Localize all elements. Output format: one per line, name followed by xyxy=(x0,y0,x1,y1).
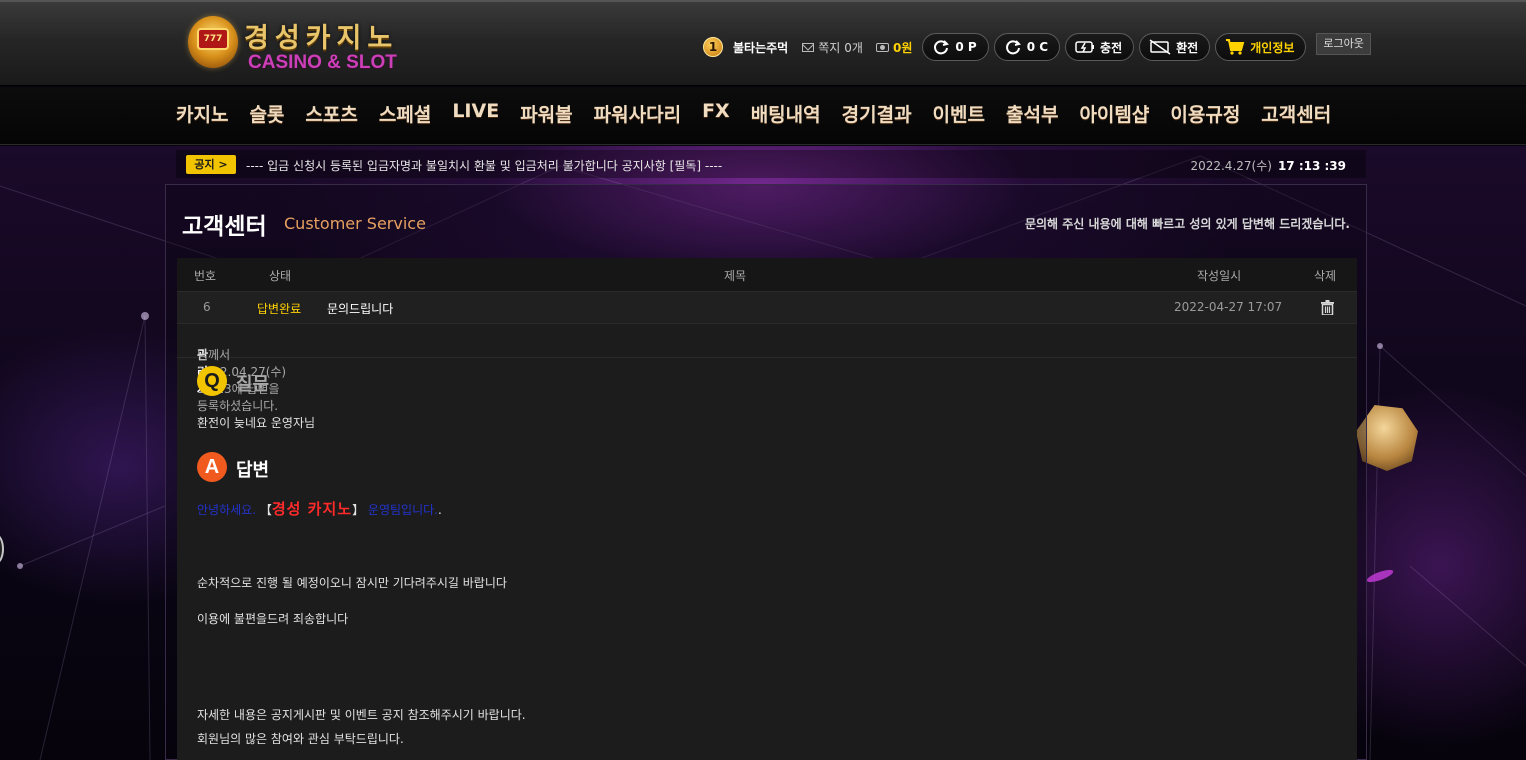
greeting-end: . xyxy=(437,503,442,517)
comp-button[interactable]: 0 C xyxy=(993,33,1061,61)
greeting-pre: 안녕하세요. xyxy=(197,503,257,517)
logo-subtitle: CASINO & SLOT xyxy=(248,52,397,73)
header-no: 번호 xyxy=(194,269,217,283)
question-text: 환전이 늦네요 운영자님 xyxy=(197,416,316,430)
status-badge: 답변완료 xyxy=(257,302,302,316)
logo-title: 경성카지노 xyxy=(244,23,399,54)
site-logo[interactable]: 777 경성카지노 CASINO & SLOT xyxy=(188,14,428,76)
exchange-icon xyxy=(1149,39,1171,55)
header-delete: 삭제 xyxy=(1314,269,1337,283)
notice-ticker-text[interactable]: ---- 입금 신청시 등록된 입금자명과 불일치시 환불 및 입금처리 불가합… xyxy=(246,157,722,174)
point-label: 0 P xyxy=(955,40,977,54)
nav-item[interactable]: FX xyxy=(702,100,730,127)
nav-item[interactable]: 파워볼 xyxy=(520,100,572,127)
row-subject[interactable]: 문의드립니다 xyxy=(327,300,393,317)
row-date: 2022-04-27 17:07 xyxy=(1174,300,1283,314)
answer-icon: A xyxy=(197,452,227,482)
greeting-name: 경성 카지노 xyxy=(271,500,353,518)
page-title: 고객센터 xyxy=(182,214,267,240)
username: 불타는주먹 xyxy=(733,40,789,55)
messages-label[interactable]: 쪽지 xyxy=(818,39,840,56)
comp-label: 0 C xyxy=(1026,40,1049,54)
main-nav: 카지노 슬롯 스포츠 스페셜 LIVE 파워볼 파워사다리 FX 배팅내역 경기결과 이벤트 출석부 아… xyxy=(0,87,1526,145)
table-row[interactable]: 6 답변완료 문의드립니다 2022-04-27 17:07 xyxy=(177,291,1357,324)
logout-button[interactable]: 로그아웃 xyxy=(1316,33,1371,55)
nav-item[interactable]: 출석부 xyxy=(1006,100,1058,127)
question-icon: Q xyxy=(197,366,227,396)
greeting-post: 운영팀입니다. xyxy=(364,503,438,517)
answer-line-4: 회원님의 많은 참여와 관심 부탁드립니다. xyxy=(197,732,404,746)
question-label: 질문 xyxy=(236,374,270,395)
nav-item[interactable]: 스페셜 xyxy=(379,100,431,127)
nav-item[interactable]: 스포츠 xyxy=(305,100,357,127)
answer-greeting: 안녕하세요. 【경성 카지노】 운영팀입니다.. xyxy=(197,498,442,519)
inquiry-table: 번호 상태 제목 작성일시 삭제 6 답변완료 문의드립니다 2022-04-2… xyxy=(177,258,1357,760)
nav-item[interactable]: LIVE xyxy=(452,100,499,127)
nav-item[interactable]: 경기결과 xyxy=(842,100,912,127)
answer-meta: 관리자님께서 2022.04.27(수) 17:13에 답변을 등록하셨습니다. xyxy=(177,324,1357,413)
logo-emblem: 777 xyxy=(188,16,238,68)
charge-label: 충전 xyxy=(1100,40,1123,55)
header-date: 작성일시 xyxy=(1197,269,1242,283)
level-badge: 1 xyxy=(703,37,723,57)
nav-item[interactable]: 이벤트 xyxy=(933,100,985,127)
envelope-icon xyxy=(802,42,815,52)
row-no: 6 xyxy=(203,300,211,314)
header-status: 상태 xyxy=(269,269,292,283)
server-time: 17 :13 :39 xyxy=(1277,159,1346,173)
answer-label: 답변 xyxy=(236,460,270,481)
answer-line-1: 순차적으로 진행 될 예정이오니 잠시만 기다려주시길 바랍니다 xyxy=(197,576,507,590)
page-description: 문의해 주신 내용에 대해 빠르고 성의 있게 답변해 드리겠습니다. xyxy=(1024,217,1350,231)
nav-item[interactable]: 고객센터 xyxy=(1261,100,1331,127)
table-header: 번호 상태 제목 작성일시 삭제 xyxy=(177,258,1357,291)
messages-count[interactable]: 0개 xyxy=(844,39,863,56)
server-datetime: 2022.4.27(수) 17 :13 :39 xyxy=(1190,157,1346,174)
charge-button[interactable]: 충전 xyxy=(1065,33,1135,61)
user-bar: 1 불타는주먹 쪽지 0개 0원 0 P 0 C 충전 환전 개인정보 로그아웃 xyxy=(703,33,1371,61)
profile-label: 개인정보 xyxy=(1250,40,1295,55)
customer-service-panel: 고객센터 Customer Service 문의해 주신 내용에 대해 빠르고 … xyxy=(165,184,1367,760)
refresh-icon xyxy=(934,40,950,55)
notice-bar: 공지 > ---- 입금 신청시 등록된 입금자명과 불일치시 환불 및 입금처… xyxy=(176,150,1366,178)
cash-icon xyxy=(875,42,889,52)
greeting-close: 】 xyxy=(352,503,365,517)
notice-tag[interactable]: 공지 > xyxy=(186,155,236,174)
cash-balance: 0원 xyxy=(892,40,913,55)
nav-item[interactable]: 이용규정 xyxy=(1170,100,1240,127)
page-subtitle: Customer Service xyxy=(284,214,426,233)
nav-item[interactable]: 카지노 xyxy=(176,100,228,127)
nav-item[interactable]: 아이템샵 xyxy=(1079,100,1149,127)
nav-item[interactable]: 배팅내역 xyxy=(751,100,821,127)
trash-icon[interactable] xyxy=(1321,300,1334,315)
main-nav-list: 카지노 슬롯 스포츠 스페셜 LIVE 파워볼 파워사다리 FX 배팅내역 경기결과 이벤트 출석부 아… xyxy=(176,100,1352,127)
point-button[interactable]: 0 P xyxy=(922,33,989,61)
answer-line-2: 이용에 불편을드려 죄송합니다 xyxy=(197,612,349,626)
nav-item[interactable]: 파워사다리 xyxy=(594,100,681,127)
profile-button[interactable]: 개인정보 xyxy=(1215,33,1307,61)
refresh-icon xyxy=(1005,40,1021,55)
logo-emblem-text: 777 xyxy=(197,28,229,50)
header-subject: 제목 xyxy=(724,269,747,283)
battery-charge-icon xyxy=(1075,41,1095,53)
answer-line-3: 자세한 내용은 공지게시판 및 이벤트 공지 참조해주시기 바랍니다. xyxy=(197,708,526,722)
nav-item[interactable]: 슬롯 xyxy=(249,100,284,127)
exchange-label: 환전 xyxy=(1176,40,1199,55)
cart-icon xyxy=(1226,39,1245,55)
top-header: 777 경성카지노 CASINO & SLOT 1 불타는주먹 쪽지 0개 0원… xyxy=(0,0,1526,86)
server-date: 2022.4.27(수) xyxy=(1190,159,1272,173)
greeting-open: 【 xyxy=(256,503,272,517)
exchange-button[interactable]: 환전 xyxy=(1139,33,1211,61)
